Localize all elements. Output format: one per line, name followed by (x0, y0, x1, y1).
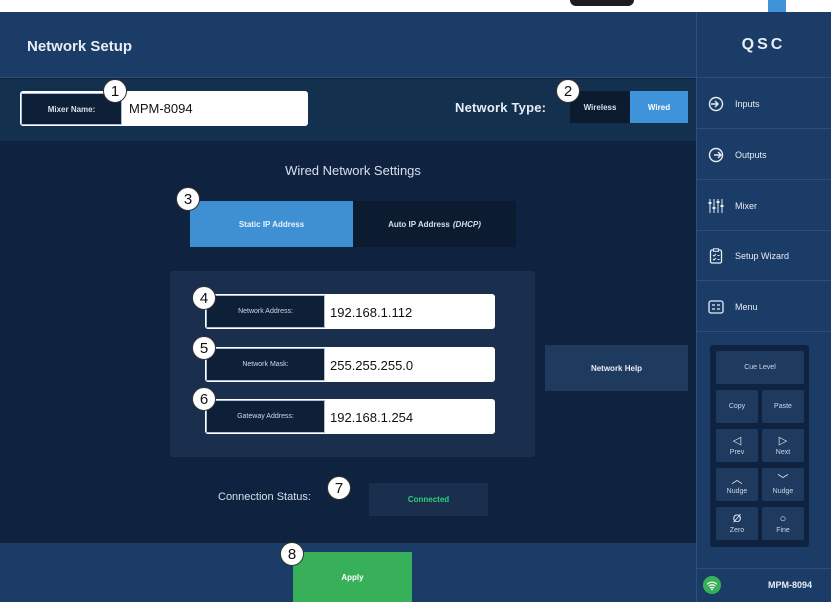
clipboard-icon (707, 247, 725, 265)
nudge-down-label: Nudge (772, 487, 794, 495)
nudge-up-label: Nudge (726, 487, 748, 495)
callout-badge-4: 4 (192, 286, 216, 310)
chevron-up-icon: ︿ (731, 473, 743, 486)
network-type-label: Network Type: (455, 100, 547, 115)
gateway-address-label: Gateway Address: (206, 400, 325, 433)
paste-button[interactable]: Paste (762, 390, 804, 423)
cue-level-label: Cue Level (744, 364, 776, 371)
wired-settings-title: Wired Network Settings (285, 163, 421, 178)
menu-icon (707, 298, 725, 316)
sidebar-item-inputs[interactable]: Inputs (697, 79, 831, 129)
device-name: MPM-8094 (768, 580, 813, 590)
fine-button[interactable]: ○ Fine (762, 507, 804, 540)
prev-label: Prev (729, 448, 745, 456)
page-title: Network Setup (27, 38, 133, 55)
chevron-down-icon: ﹀ (777, 473, 789, 486)
network-help-button[interactable]: Network Help (545, 345, 688, 391)
callout-badge-1: 1 (103, 79, 127, 103)
outputs-icon (707, 146, 725, 164)
callout-badge-5: 5 (192, 336, 216, 360)
faders-icon (707, 197, 725, 215)
network-mask-value[interactable]: 255.255.255.0 (330, 358, 413, 373)
fine-label: Fine (776, 526, 790, 534)
inputs-icon (707, 95, 725, 113)
apply-button[interactable]: Apply (293, 552, 412, 602)
cue-level-button[interactable]: Cue Level (716, 351, 804, 384)
wireless-option-button[interactable]: Wireless (570, 91, 630, 123)
sidebar-item-label: Outputs (735, 149, 767, 160)
sidebar-item-label: Inputs (735, 98, 760, 109)
sidebar-item-label: Mixer (735, 200, 757, 211)
connection-status-badge: Connected (369, 483, 488, 516)
sidebar-item-menu[interactable]: Menu (697, 282, 831, 332)
mixer-name-value[interactable]: MPM-8094 (129, 101, 193, 116)
callout-badge-2: 2 (556, 79, 580, 103)
callout-badge-3: 3 (176, 187, 200, 211)
paste-label: Paste (774, 403, 792, 410)
callout-badge-8: 8 (280, 542, 304, 566)
next-button[interactable]: ▷ Next (762, 429, 804, 462)
sidebar-item-outputs[interactable]: Outputs (697, 130, 831, 180)
triangle-right-icon: ▷ (778, 434, 788, 447)
device-notch (570, 0, 634, 6)
wifi-icon (703, 576, 721, 594)
copy-label: Copy (728, 403, 746, 410)
tab-auto-ip-label: Auto IP Address (388, 219, 450, 229)
next-label: Next (775, 448, 791, 456)
copy-button[interactable]: Copy (716, 390, 758, 423)
gateway-address-value[interactable]: 192.168.1.254 (330, 410, 413, 425)
qsc-logo: QSC (696, 12, 831, 78)
network-address-value[interactable]: 192.168.1.112 (330, 305, 412, 320)
tab-auto-ip[interactable]: Auto IP Address (DHCP) (353, 201, 516, 247)
wired-option-button[interactable]: Wired (630, 91, 688, 123)
prev-button[interactable]: ◁ Prev (716, 429, 758, 462)
callout-badge-7: 7 (327, 476, 351, 500)
zero-button[interactable]: Ø Zero (716, 507, 758, 540)
zero-label: Zero (729, 526, 745, 534)
network-address-label: Network Address: (206, 295, 325, 328)
null-sign-icon: Ø (732, 512, 742, 525)
nudge-down-button[interactable]: ﹀ Nudge (762, 468, 804, 501)
tab-static-ip[interactable]: Static IP Address (190, 201, 353, 247)
sidebar-item-setup-wizard[interactable]: Setup Wizard (697, 231, 831, 281)
sidebar-item-mixer[interactable]: Mixer (697, 181, 831, 231)
sidebar-item-label: Menu (735, 301, 758, 312)
nudge-up-button[interactable]: ︿ Nudge (716, 468, 758, 501)
callout-badge-6: 6 (192, 387, 216, 411)
circle-icon: ○ (779, 512, 787, 525)
tab-auto-ip-suffix: (DHCP) (452, 219, 481, 229)
triangle-left-icon: ◁ (732, 434, 742, 447)
sidebar-item-label: Setup Wizard (735, 250, 790, 261)
device-top-bar (0, 0, 831, 12)
connection-status-label: Connection Status: (218, 491, 311, 503)
network-mask-label: Network Mask: (206, 348, 325, 381)
